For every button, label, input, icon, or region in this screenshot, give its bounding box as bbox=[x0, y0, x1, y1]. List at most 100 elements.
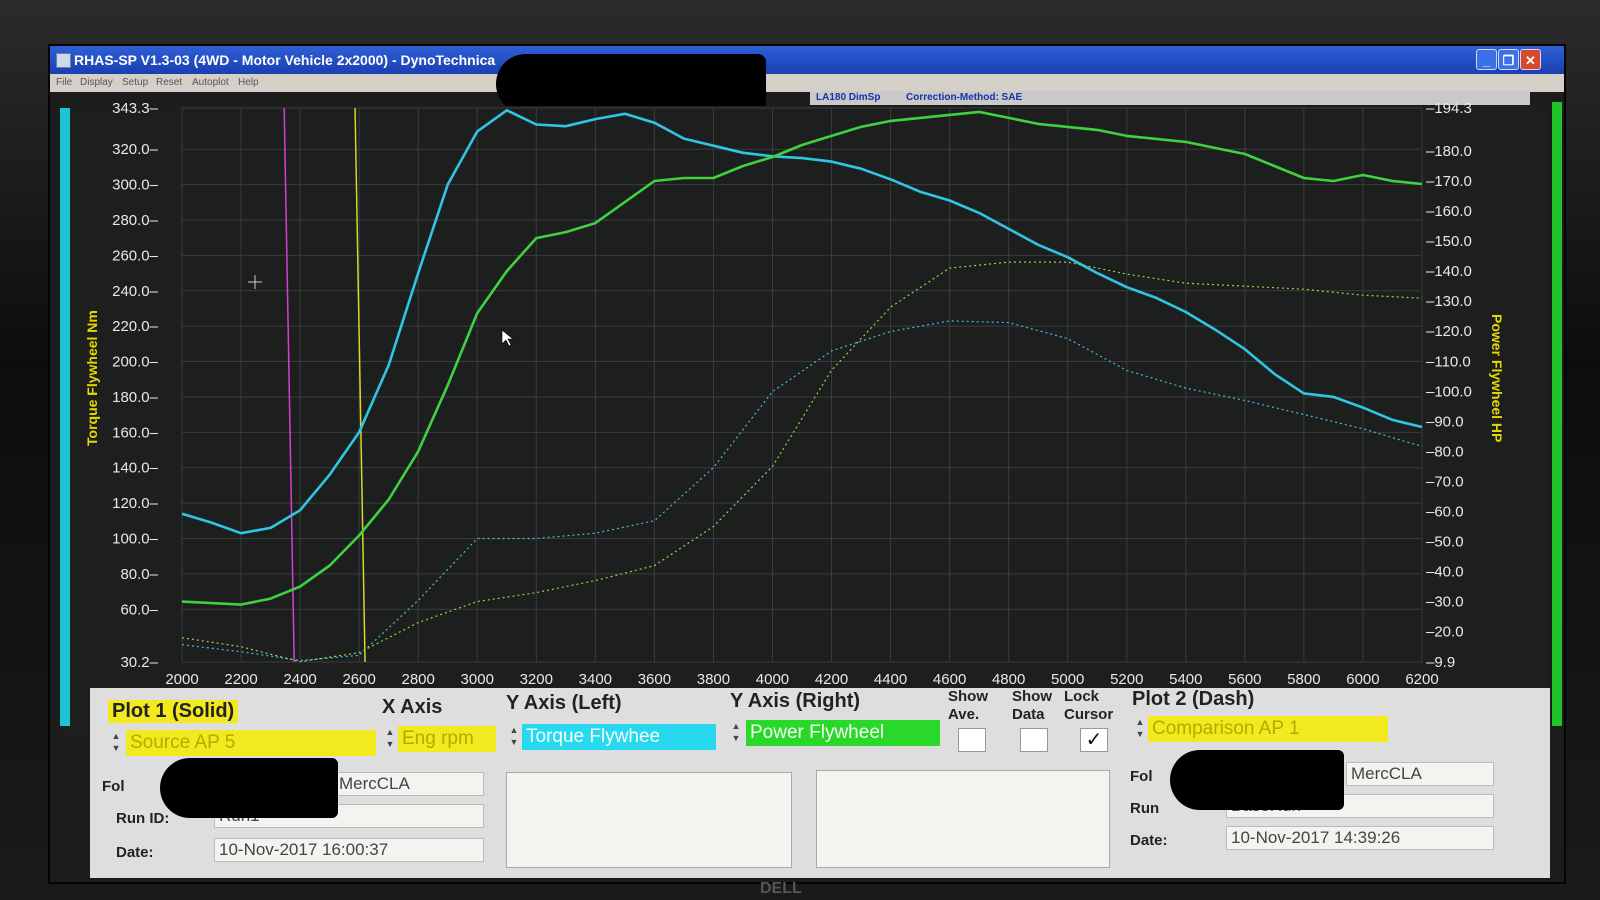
series-line-solid bbox=[181, 109, 1423, 535]
right-tick-label: –30.0 bbox=[1426, 594, 1464, 611]
menu-reset[interactable]: Reset bbox=[156, 77, 182, 88]
x-tick-label: 2800 bbox=[402, 671, 435, 688]
menu-bar: File Display Setup Reset Autoplot Help bbox=[50, 74, 1564, 92]
lock-cursor-label-1: Lock bbox=[1064, 688, 1100, 705]
x-tick-label: 3600 bbox=[638, 671, 671, 688]
plot1-folder-label: Fol bbox=[102, 778, 125, 795]
crosshair-icon bbox=[248, 275, 262, 289]
menu-setup[interactable]: Setup bbox=[122, 77, 148, 88]
right-tick-label: –50.0 bbox=[1426, 534, 1464, 551]
left-tick-label: 60.0– bbox=[120, 601, 158, 618]
right-tick-label: –60.0 bbox=[1426, 503, 1464, 520]
plot1-source-select[interactable]: Source AP 5 bbox=[126, 730, 376, 756]
plot2-date-label: Date: bbox=[1130, 832, 1168, 849]
y-left-spin[interactable]: ▲ ▼ bbox=[508, 724, 520, 750]
right-tick-label: –150.0 bbox=[1426, 233, 1472, 250]
plot2-folder-label: Fol bbox=[1130, 768, 1153, 785]
left-tick-label: 140.0– bbox=[112, 460, 159, 477]
left-tick-label: 240.0– bbox=[112, 283, 159, 300]
lock-cursor-label-2: Cursor bbox=[1064, 706, 1114, 723]
left-tick-label: 180.0– bbox=[112, 389, 159, 406]
plot2-spin[interactable]: ▲ ▼ bbox=[1134, 716, 1146, 742]
plot1-date-field[interactable]: 10-Nov-2017 16:00:37 bbox=[214, 838, 484, 862]
plot2-notes[interactable] bbox=[816, 770, 1110, 868]
plot1-run-label: Run ID: bbox=[116, 810, 170, 827]
x-tick-label: 5800 bbox=[1287, 671, 1320, 688]
x-axis-spin[interactable]: ▲ ▼ bbox=[384, 726, 396, 752]
y-left-select[interactable]: Torque Flywhee bbox=[522, 724, 716, 750]
show-data-label-1: Show bbox=[1012, 688, 1052, 705]
menu-autoplot[interactable]: Autoplot bbox=[192, 77, 229, 88]
plot1-date-label: Date: bbox=[116, 844, 154, 861]
right-tick-label: –130.0 bbox=[1426, 293, 1472, 310]
plot2-run-label: Run bbox=[1130, 800, 1160, 817]
right-axis-label: Power Flywheel HP bbox=[1489, 314, 1505, 443]
x-tick-label: 5200 bbox=[1110, 671, 1143, 688]
left-tick-label: 320.0– bbox=[112, 141, 159, 158]
minimize-button[interactable]: _ bbox=[1476, 49, 1497, 70]
maximize-button[interactable]: ❐ bbox=[1498, 49, 1519, 70]
right-tick-label: –90.0 bbox=[1426, 413, 1464, 430]
left-tick-label: 260.0– bbox=[112, 247, 159, 264]
left-tick-label: 220.0– bbox=[112, 318, 159, 335]
menu-display[interactable]: Display bbox=[80, 77, 113, 88]
plot1-folder-field[interactable]: MercCLA bbox=[334, 772, 484, 796]
cursor-marker bbox=[283, 107, 295, 663]
menu-file[interactable]: File bbox=[56, 77, 72, 88]
left-axis-label: Torque Flywheel Nm bbox=[84, 310, 100, 446]
show-data-label-2: Data bbox=[1012, 706, 1045, 723]
series-line-dashed bbox=[181, 261, 1423, 663]
show-ave-label-1: Show bbox=[948, 688, 988, 705]
title-bar[interactable]: RHAS-SP V1.3-03 (4WD - Motor Vehicle 2x2… bbox=[50, 46, 1564, 74]
show-ave-checkbox[interactable] bbox=[958, 728, 986, 752]
mouse-pointer-icon bbox=[501, 329, 514, 347]
y-right-select[interactable]: Power Flywheel bbox=[746, 720, 940, 746]
app-window: RHAS-SP V1.3-03 (4WD - Motor Vehicle 2x2… bbox=[48, 44, 1566, 884]
x-axis-header: X Axis bbox=[382, 696, 443, 718]
right-tick-label: –9.9 bbox=[1426, 654, 1455, 671]
left-tick-label: 160.0– bbox=[112, 424, 159, 441]
left-tick-label: 80.0– bbox=[120, 566, 158, 583]
right-tick-label: –80.0 bbox=[1426, 443, 1464, 460]
right-tick-label: –140.0 bbox=[1426, 263, 1472, 280]
left-tick-label: 200.0– bbox=[112, 354, 159, 371]
close-button[interactable]: ✕ bbox=[1520, 49, 1541, 70]
show-ave-label-2: Ave. bbox=[948, 706, 980, 723]
x-axis-select[interactable]: Eng rpm bbox=[398, 726, 496, 752]
x-tick-label: 3200 bbox=[520, 671, 553, 688]
x-tick-label: 3400 bbox=[579, 671, 612, 688]
menu-help[interactable]: Help bbox=[238, 77, 259, 88]
left-tick-label: 100.0– bbox=[112, 530, 159, 547]
cursor-marker bbox=[354, 107, 366, 663]
show-data-checkbox[interactable] bbox=[1020, 728, 1048, 752]
redaction-overlay bbox=[160, 758, 338, 818]
plot2-source-select[interactable]: Comparison AP 1 bbox=[1148, 716, 1388, 742]
y-right-spin[interactable]: ▲ ▼ bbox=[730, 720, 742, 746]
y-left-header: Y Axis (Left) bbox=[506, 692, 622, 714]
plot1-spin[interactable]: ▲ ▼ bbox=[110, 730, 122, 756]
right-tick-label: –170.0 bbox=[1426, 173, 1472, 190]
plot1-notes[interactable] bbox=[506, 772, 792, 868]
x-tick-label: 2400 bbox=[283, 671, 316, 688]
monitor-brand: DELL bbox=[760, 880, 802, 897]
x-tick-label: 4200 bbox=[815, 671, 848, 688]
right-tick-label: –40.0 bbox=[1426, 564, 1464, 581]
x-tick-label: 3000 bbox=[461, 671, 494, 688]
left-tick-label: 300.0– bbox=[112, 177, 159, 194]
right-tick-label: –180.0 bbox=[1426, 143, 1472, 160]
dyno-chart[interactable]: 2000 2200 2400 2600 2800 3000 3200 3400 3600 3800… bbox=[50, 102, 1564, 752]
x-tick-label: 4600 bbox=[933, 671, 966, 688]
plot2-folder-field[interactable]: MercCLA bbox=[1346, 762, 1494, 786]
left-tick-label: 30.2– bbox=[120, 654, 158, 671]
right-tick-label: –100.0 bbox=[1426, 383, 1472, 400]
app-icon bbox=[56, 53, 71, 68]
plot2-header: Plot 2 (Dash) bbox=[1132, 688, 1255, 710]
control-panel: Plot 1 (Solid) ▲ ▼ Source AP 5 X Axis ▲ ▼ … bbox=[90, 688, 1550, 878]
x-tick-label: 2600 bbox=[342, 671, 375, 688]
plot2-date-field[interactable]: 10-Nov-2017 14:39:26 bbox=[1226, 826, 1494, 850]
left-tick-label: 120.0– bbox=[112, 495, 159, 512]
right-tick-label: –20.0 bbox=[1426, 624, 1464, 641]
x-tick-label: 4000 bbox=[756, 671, 789, 688]
x-tick-label: 4400 bbox=[874, 671, 907, 688]
lock-cursor-checkbox[interactable]: ✓ bbox=[1080, 728, 1108, 752]
